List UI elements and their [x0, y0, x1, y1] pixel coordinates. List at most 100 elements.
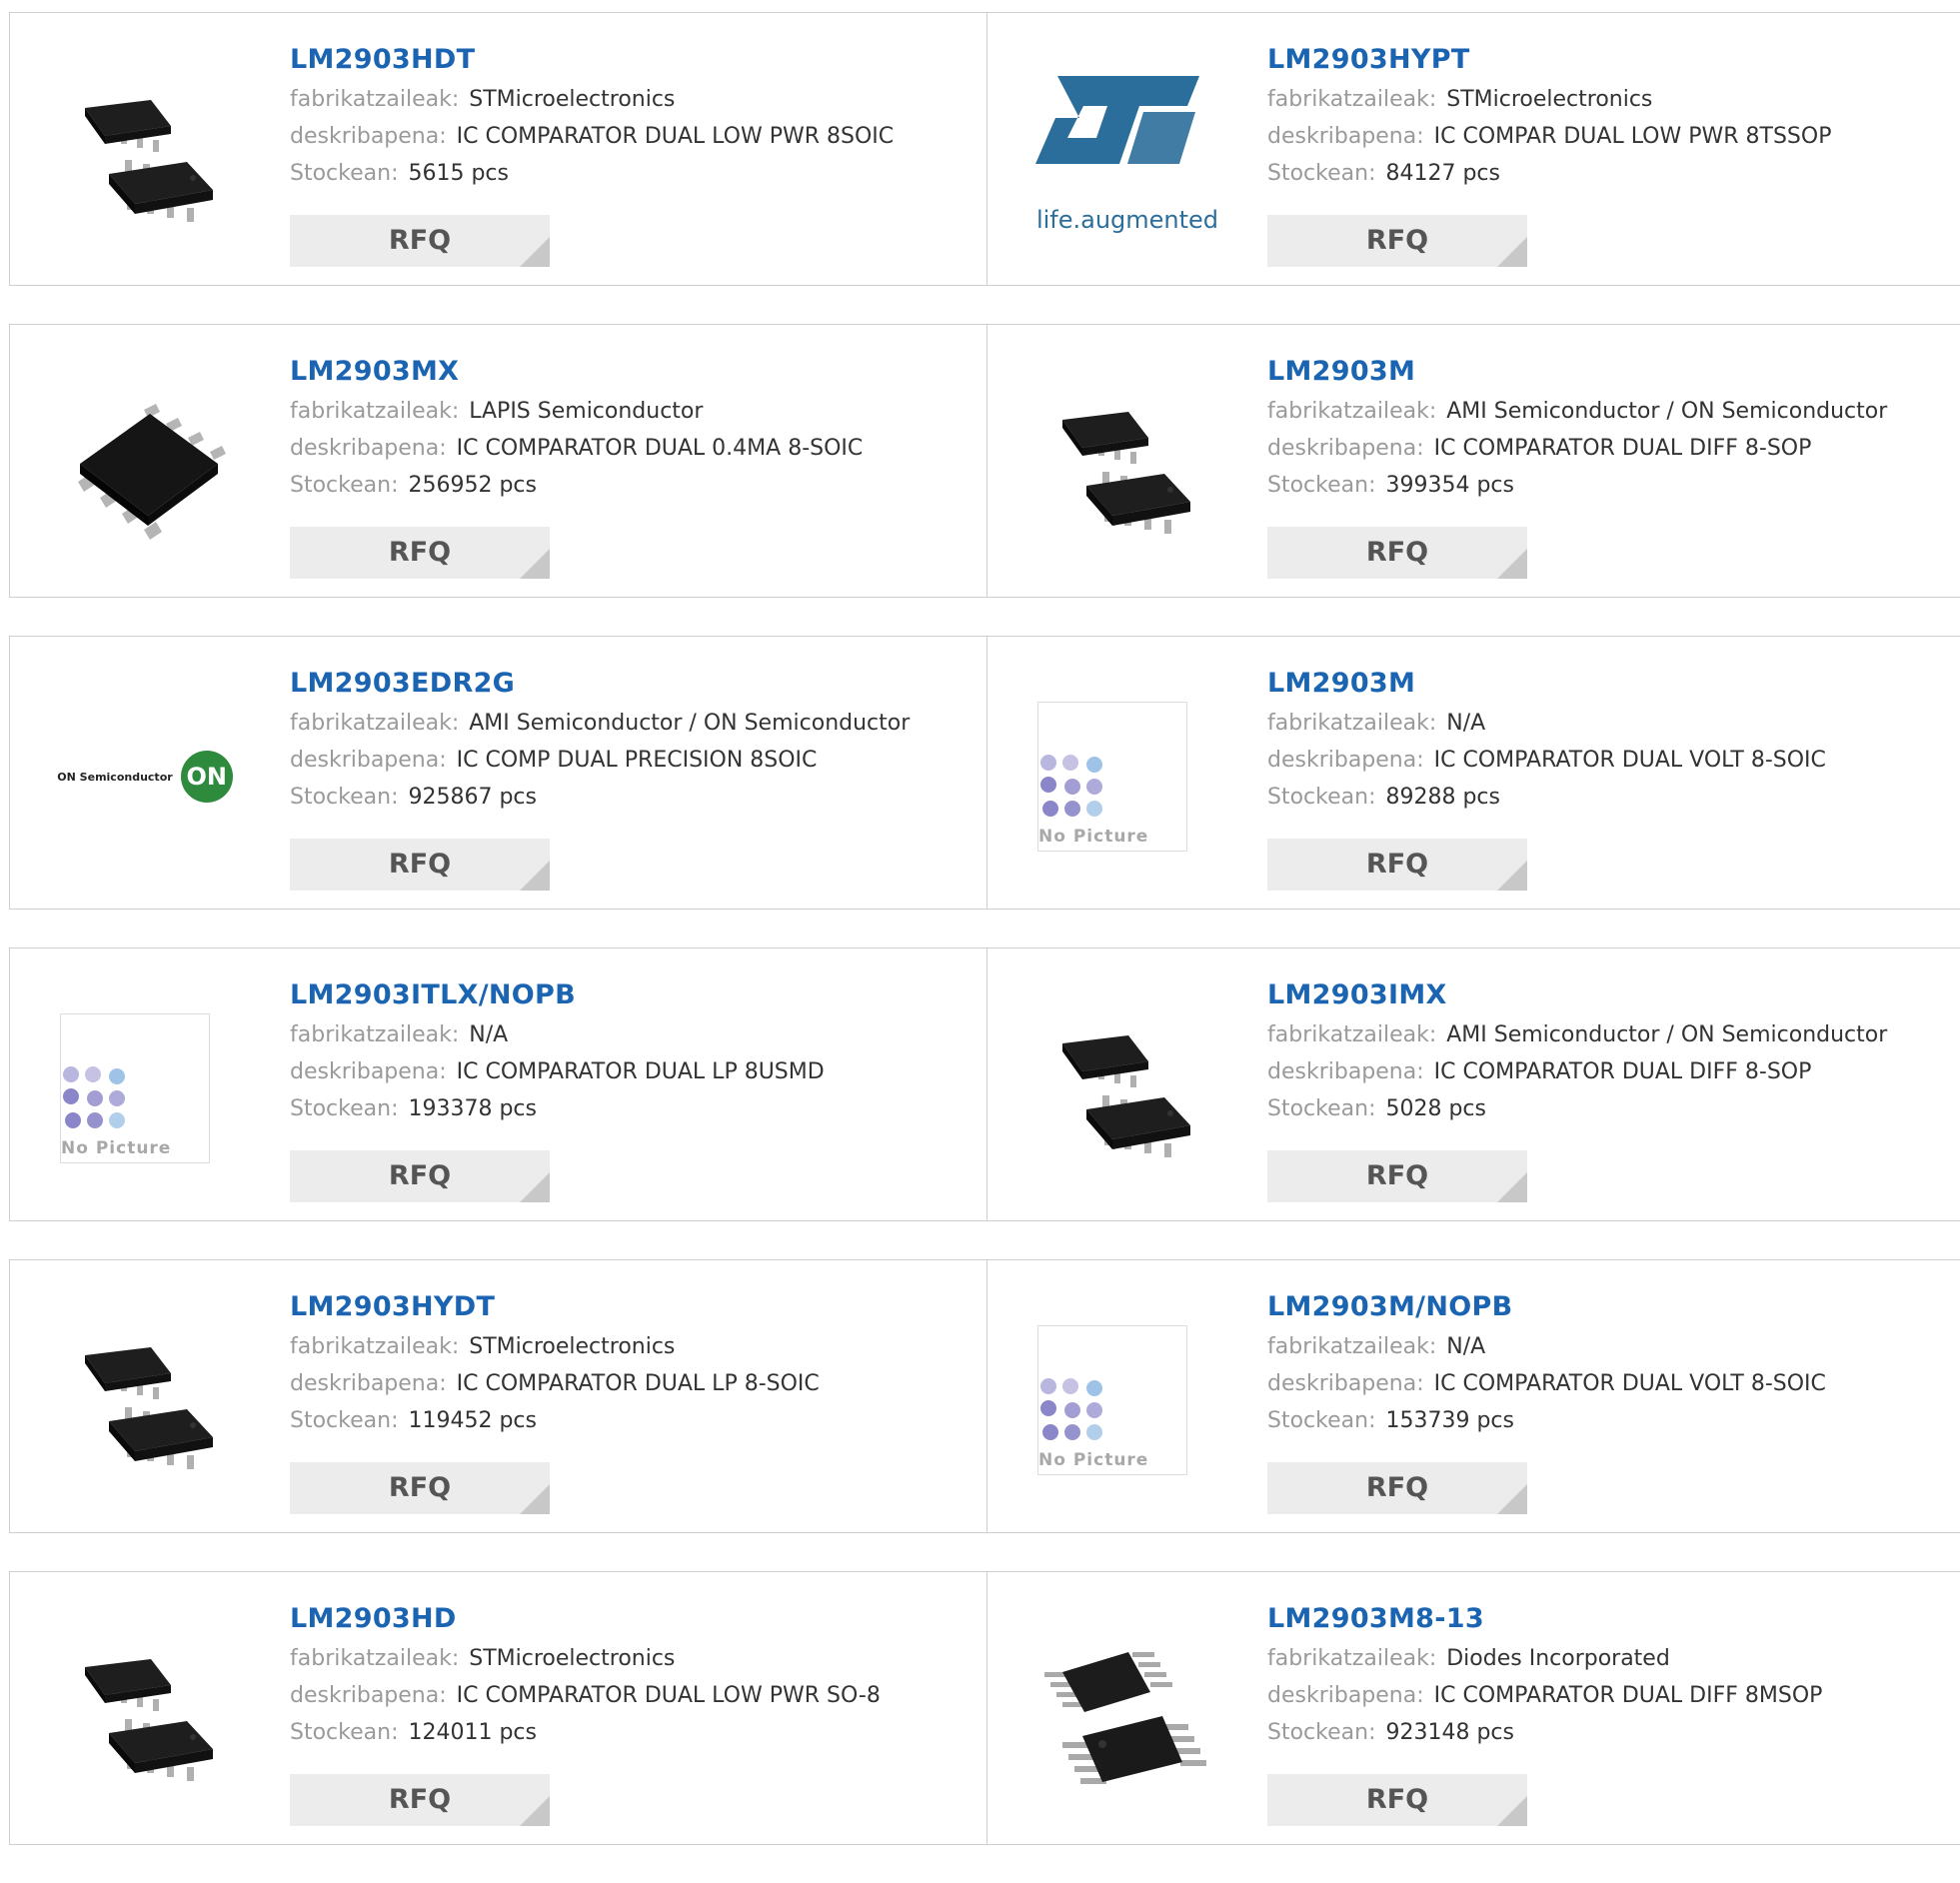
manufacturer-value: N/A: [1446, 1334, 1486, 1359]
manufacturer-label: fabrikatzaileak:: [1267, 399, 1437, 424]
rfq-button[interactable]: RFQ: [290, 839, 550, 891]
part-number-link[interactable]: LM2903HYPT: [1267, 43, 1831, 77]
description-label: deskribapena:: [1267, 748, 1424, 773]
product-info: LM2903HDT fabrikatzaileak: STMicroelectro…: [290, 43, 894, 192]
part-number-link[interactable]: LM2903EDR2G: [290, 667, 910, 701]
part-number-link[interactable]: LM2903ITLX/NOPB: [290, 978, 825, 1012]
rfq-button[interactable]: RFQ: [1267, 215, 1527, 267]
product-thumbnail[interactable]: [50, 1300, 250, 1500]
part-number-link[interactable]: LM2903IMX: [1267, 978, 1887, 1012]
description-label: deskribapena:: [290, 124, 447, 149]
product-info: LM2903M fabrikatzaileak: N/A deskribapena…: [1267, 667, 1826, 816]
stock-line: Stockean: 256952 pcs: [290, 467, 863, 504]
soic8-chip-pair-image: [85, 100, 213, 222]
manufacturer-label: fabrikatzaileak:: [1267, 1022, 1437, 1047]
stock-value: 256952 pcs: [408, 473, 537, 498]
product-thumbnail[interactable]: No Picture: [50, 988, 250, 1188]
manufacturer-value: N/A: [469, 1022, 509, 1047]
st-logo: life.augmented: [1027, 68, 1227, 238]
manufacturer-value: LAPIS Semiconductor: [469, 399, 704, 424]
product-row: ON Semiconductor ON LM2903EDR2G fabrikat…: [9, 636, 1960, 910]
stock-line: Stockean: 124011 pcs: [290, 1714, 881, 1751]
on-semi-logo: ON Semiconductor ON: [57, 751, 233, 803]
stock-label: Stockean:: [1267, 1096, 1376, 1121]
product-card: life.augmented LM2903HYPT fabrikatzailea…: [987, 12, 1960, 286]
rfq-button[interactable]: RFQ: [290, 215, 550, 267]
rfq-button[interactable]: RFQ: [290, 1462, 550, 1514]
manufacturer-line: fabrikatzaileak: STMicroelectronics: [290, 1328, 820, 1365]
corner-triangle-icon: [520, 549, 550, 579]
manufacturer-value: STMicroelectronics: [1446, 87, 1653, 112]
product-thumbnail[interactable]: life.augmented: [1027, 53, 1227, 253]
corner-triangle-icon: [520, 1484, 550, 1514]
corner-triangle-icon: [1497, 549, 1527, 579]
rfq-button[interactable]: RFQ: [290, 1774, 550, 1826]
description-line: deskribapena: IC COMPARATOR DUAL VOLT 8-S…: [1267, 742, 1826, 779]
rfq-button[interactable]: RFQ: [1267, 1774, 1527, 1826]
stock-label: Stockean:: [1267, 785, 1376, 810]
product-info: LM2903IMX fabrikatzaileak: AMI Semiconduc…: [1267, 978, 1887, 1127]
soic8-chip-pair-image: [85, 1347, 213, 1469]
product-thumbnail[interactable]: No Picture: [1027, 677, 1227, 877]
manufacturer-line: fabrikatzaileak: STMicroelectronics: [1267, 81, 1831, 118]
manufacturer-value: Diodes Incorporated: [1446, 1646, 1670, 1671]
description-line: deskribapena: IC COMPARATOR DUAL LP 8USMD: [290, 1053, 825, 1090]
description-value: IC COMPARATOR DUAL DIFF 8MSOP: [1433, 1683, 1823, 1708]
product-thumbnail[interactable]: [50, 1612, 250, 1812]
description-line: deskribapena: IC COMPARATOR DUAL DIFF 8-S…: [1267, 1053, 1887, 1090]
corner-triangle-icon: [520, 861, 550, 891]
rfq-button-label: RFQ: [1365, 537, 1429, 568]
stock-value: 923148 pcs: [1385, 1720, 1514, 1745]
product-thumbnail[interactable]: [1027, 365, 1227, 565]
rfq-button-label: RFQ: [1365, 1160, 1429, 1191]
manufacturer-label: fabrikatzaileak:: [1267, 1334, 1437, 1359]
manufacturer-line: fabrikatzaileak: Diodes Incorporated: [1267, 1640, 1822, 1677]
corner-triangle-icon: [520, 1172, 550, 1202]
no-picture-icon: [1040, 1378, 1102, 1440]
rfq-button[interactable]: RFQ: [1267, 527, 1527, 579]
part-number-link[interactable]: LM2903HDT: [290, 43, 894, 77]
no-picture-text: No Picture: [1038, 1450, 1149, 1470]
part-number-link[interactable]: LM2903HD: [290, 1602, 881, 1636]
part-number-link[interactable]: LM2903M: [1267, 667, 1826, 701]
description-line: deskribapena: IC COMPARATOR DUAL DIFF 8-S…: [1267, 430, 1887, 467]
stock-value: 5615 pcs: [408, 161, 509, 186]
product-thumbnail[interactable]: [50, 53, 250, 253]
product-card: LM2903MX fabrikatzaileak: LAPIS Semicondu…: [9, 324, 987, 598]
description-value: IC COMPAR DUAL LOW PWR 8TSSOP: [1433, 124, 1832, 149]
description-value: IC COMPARATOR DUAL LP 8-SOIC: [456, 1371, 820, 1396]
product-card: LM2903M8-13 fabrikatzaileak: Diodes Incor…: [987, 1571, 1960, 1845]
stock-label: Stockean:: [290, 1408, 399, 1433]
part-number-link[interactable]: LM2903M8-13: [1267, 1602, 1822, 1636]
part-number-link[interactable]: LM2903M/NOPB: [1267, 1290, 1826, 1324]
product-thumbnail[interactable]: No Picture: [1027, 1300, 1227, 1500]
rfq-button[interactable]: RFQ: [1267, 1150, 1527, 1202]
product-card: No Picture LM2903M/NOPB fabrikatzaileak:…: [987, 1259, 1960, 1533]
stock-label: Stockean:: [1267, 473, 1376, 498]
rfq-button[interactable]: RFQ: [290, 527, 550, 579]
product-thumbnail[interactable]: ON Semiconductor ON: [50, 677, 250, 877]
stock-line: Stockean: 5028 pcs: [1267, 1090, 1887, 1127]
stock-value: 399354 pcs: [1385, 473, 1514, 498]
stock-value: 193378 pcs: [408, 1096, 537, 1121]
product-thumbnail[interactable]: [1027, 1612, 1227, 1812]
rfq-button-label: RFQ: [1365, 1784, 1429, 1815]
product-thumbnail[interactable]: [1027, 988, 1227, 1188]
no-picture-icon: [63, 1066, 125, 1128]
product-card: No Picture LM2903ITLX/NOPB fabrikatzaile…: [9, 947, 987, 1221]
manufacturer-line: fabrikatzaileak: LAPIS Semiconductor: [290, 393, 863, 430]
rfq-button-label: RFQ: [1365, 849, 1429, 880]
product-thumbnail[interactable]: [50, 365, 250, 565]
stock-label: Stockean:: [1267, 161, 1376, 186]
stock-value: 153739 pcs: [1385, 1408, 1514, 1433]
part-number-link[interactable]: LM2903M: [1267, 355, 1887, 389]
rfq-button[interactable]: RFQ: [1267, 1462, 1527, 1514]
part-number-link[interactable]: LM2903MX: [290, 355, 863, 389]
soic8-chip-pair-image: [85, 1659, 213, 1781]
rfq-button[interactable]: RFQ: [290, 1150, 550, 1202]
rfq-button[interactable]: RFQ: [1267, 839, 1527, 891]
part-number-link[interactable]: LM2903HYDT: [290, 1290, 820, 1324]
stock-line: Stockean: 153739 pcs: [1267, 1402, 1826, 1439]
description-value: IC COMPARATOR DUAL LOW PWR SO-8: [456, 1683, 881, 1708]
product-info: LM2903MX fabrikatzaileak: LAPIS Semicondu…: [290, 355, 863, 504]
